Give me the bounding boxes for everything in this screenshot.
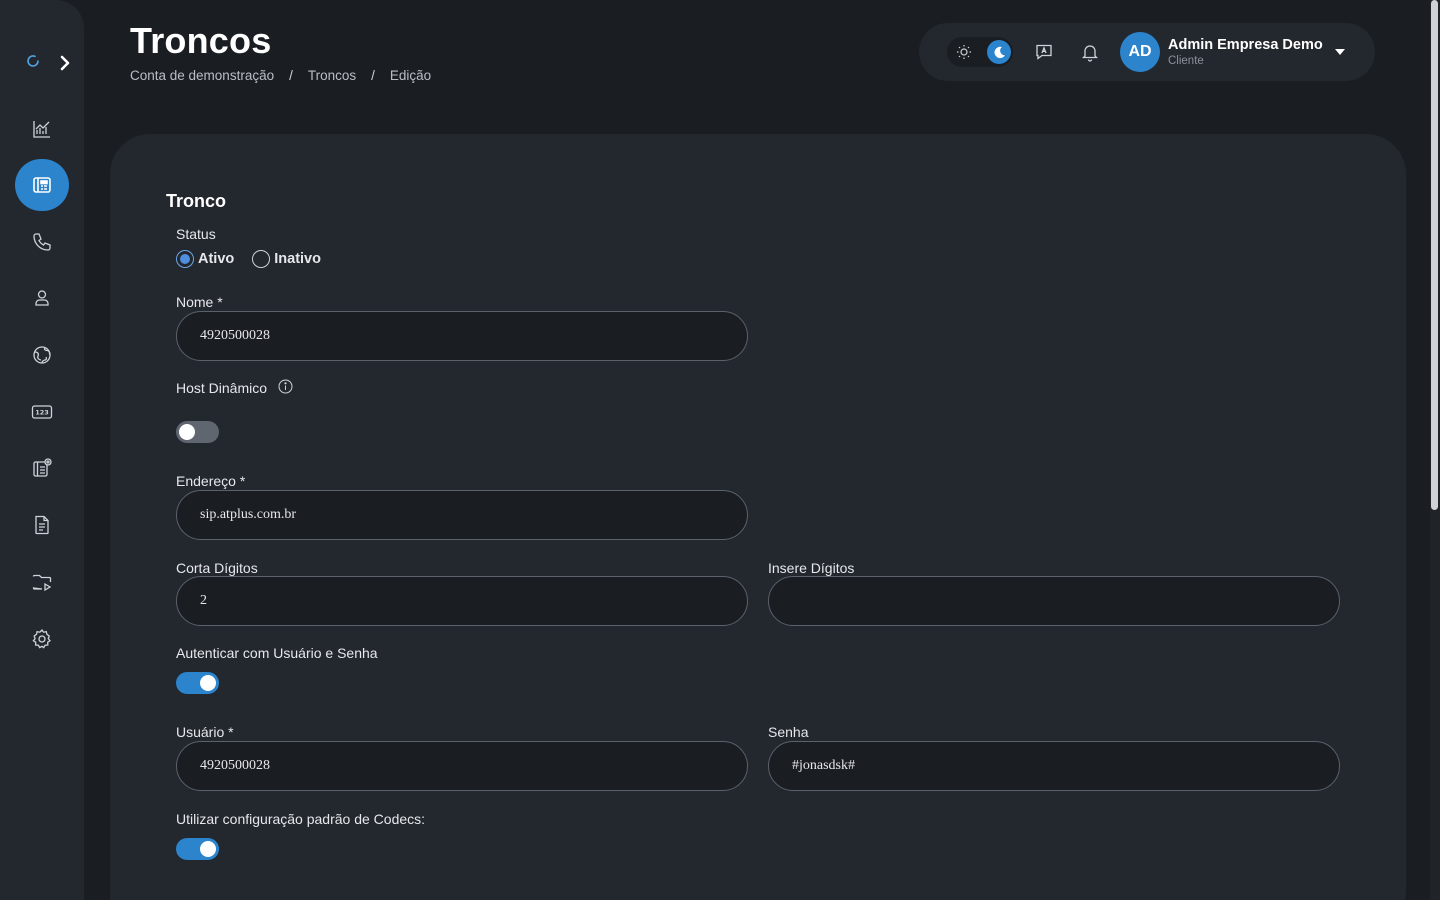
insere-digitos-input[interactable] (768, 576, 1340, 626)
globe-icon (33, 346, 51, 364)
senha-input[interactable]: #jonasdsk# (768, 741, 1340, 791)
corta-digitos-input[interactable]: 2 (176, 576, 748, 626)
breadcrumb: Conta de demonstração / Troncos / Edição (130, 68, 431, 83)
breadcrumb-item-account[interactable]: Conta de demonstração (130, 68, 274, 83)
breadcrumb-item-trunks[interactable]: Troncos (308, 68, 356, 83)
trunk-form-card: Tronco Status Ativo Inativo Nome * 49205… (110, 134, 1406, 900)
host-dinamico-label: Host Dinâmico (176, 380, 268, 396)
top-bar: AD Admin Empresa Demo Cliente (919, 23, 1375, 81)
status-radio-group: Ativo Inativo (176, 250, 321, 268)
sidebar-item-trunks[interactable] (15, 159, 69, 211)
senha-label: Senha (768, 724, 809, 740)
sidebar-item-trunk-settings[interactable] (15, 442, 69, 494)
breadcrumb-separator: / (371, 68, 375, 83)
radio-inativo-label: Inativo (274, 251, 321, 267)
moon-icon[interactable] (987, 40, 1011, 64)
sun-icon[interactable] (955, 43, 973, 61)
sidebar-item-reports[interactable] (15, 499, 69, 551)
info-icon[interactable] (278, 379, 293, 394)
sidebar-item-numbers[interactable]: 123 (15, 386, 69, 438)
bell-icon[interactable] (1080, 42, 1100, 62)
nome-label: Nome * (176, 294, 223, 310)
endereco-label: Endereço * (176, 473, 246, 489)
toggle-knob (179, 424, 195, 440)
nome-input[interactable]: 4920500028 (176, 311, 748, 361)
usuario-input[interactable]: 4920500028 (176, 741, 748, 791)
page-title: Troncos (130, 20, 272, 61)
document-icon (35, 515, 49, 535)
sidebar-item-dashboard[interactable] (15, 103, 69, 155)
usuario-label: Usuário * (176, 724, 234, 740)
theme-toggle[interactable] (947, 37, 1013, 67)
autenticar-label: Autenticar com Usuário e Senha (176, 645, 378, 661)
codecs-label: Utilizar configuração padrão de Codecs: (176, 811, 426, 827)
scrollbar[interactable] (1430, 0, 1440, 900)
folder-play-icon (32, 574, 52, 592)
user-name[interactable]: Admin Empresa Demo (1168, 37, 1323, 53)
user-role: Cliente (1168, 55, 1204, 67)
chart-icon (33, 121, 50, 138)
sidebar-item-settings[interactable] (15, 613, 69, 665)
sidebar-item-users[interactable] (15, 272, 69, 324)
loading-icon (27, 55, 39, 67)
user-icon (35, 290, 49, 306)
toggle-knob (200, 675, 216, 691)
insere-digitos-label: Insere Dígitos (768, 560, 855, 576)
breadcrumb-separator: / (289, 68, 293, 83)
toggle-knob (200, 841, 216, 857)
codecs-toggle[interactable] (176, 838, 219, 860)
sidebar: 123 (0, 0, 84, 900)
sidebar-item-recordings[interactable] (15, 556, 69, 608)
radio-inativo[interactable] (252, 250, 271, 268)
chat-icon[interactable] (1034, 42, 1054, 62)
avatar[interactable]: AD (1120, 32, 1160, 72)
corta-digitos-label: Corta Dígitos (176, 560, 258, 576)
radio-ativo[interactable] (176, 250, 194, 268)
breadcrumb-item-edit: Edição (389, 68, 432, 83)
expand-sidebar-chevron-icon[interactable] (58, 54, 72, 72)
caret-down-icon[interactable] (1335, 49, 1345, 55)
autenticar-toggle[interactable] (176, 672, 219, 694)
sidebar-item-network[interactable] (15, 329, 69, 381)
radio-ativo-label: Ativo (198, 251, 235, 267)
host-dinamico-toggle[interactable] (176, 421, 219, 443)
status-option-inativo[interactable]: Inativo (252, 250, 321, 268)
scrollbar-thumb[interactable] (1431, 0, 1438, 510)
endereco-input[interactable]: sip.atplus.com.br (176, 490, 748, 540)
status-label: Status (176, 226, 216, 242)
gear-icon (32, 629, 51, 649)
sidebar-top (26, 50, 76, 78)
status-option-ativo[interactable]: Ativo (176, 250, 234, 268)
trunk-icon (33, 177, 51, 193)
sidebar-item-calls[interactable] (15, 216, 69, 268)
svg-text:123: 123 (35, 409, 49, 417)
section-title: Tronco (166, 191, 227, 211)
phone-icon (33, 233, 51, 251)
trunk-settings-icon (33, 458, 52, 477)
numbers-icon: 123 (31, 405, 53, 419)
